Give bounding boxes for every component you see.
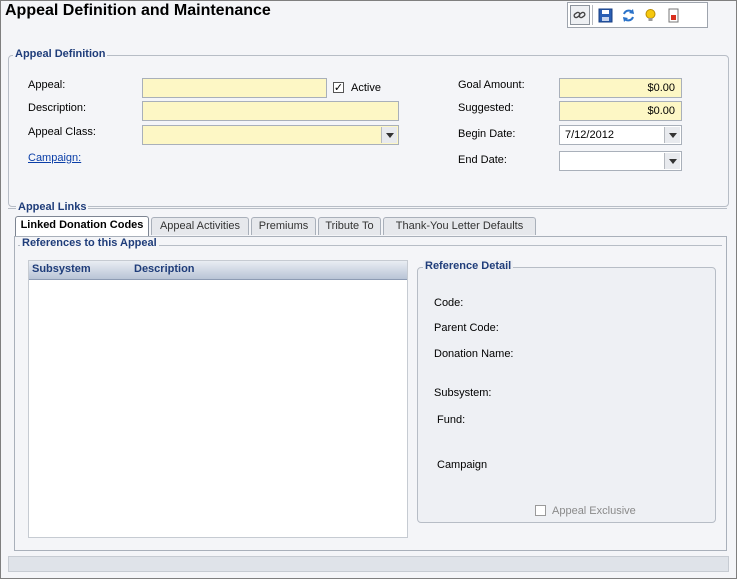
report-icon[interactable]: [663, 5, 683, 25]
chevron-down-icon[interactable]: [664, 153, 680, 169]
tab-thank-you-letter-defaults[interactable]: Thank-You Letter Defaults: [383, 217, 536, 235]
appeal-definition-title: Appeal Definition: [13, 48, 108, 60]
column-subsystem[interactable]: Subsystem: [32, 263, 91, 275]
appeal-exclusive-label: Appeal Exclusive: [552, 505, 636, 517]
parent-code-label: Parent Code:: [434, 322, 499, 334]
toolbar: [567, 2, 708, 28]
column-description[interactable]: Description: [134, 263, 195, 275]
reference-detail-title: Reference Detail: [423, 260, 514, 272]
appeal-label: Appeal:: [28, 79, 66, 91]
campaign-link[interactable]: Campaign:: [28, 152, 81, 164]
begin-date-picker[interactable]: 7/12/2012: [559, 125, 682, 145]
code-label: Code:: [434, 297, 464, 309]
grid-header: Subsystem Description: [29, 261, 407, 280]
suggested-input[interactable]: $0.00: [559, 101, 682, 121]
lightbulb-icon[interactable]: [640, 5, 660, 25]
toolbar-separator: [592, 5, 593, 25]
fund-label: Fund:: [437, 414, 466, 426]
chevron-down-icon[interactable]: [664, 127, 680, 143]
goal-amount-input[interactable]: $0.00: [559, 78, 682, 98]
begin-date-label: Begin Date:: [458, 128, 516, 140]
references-title: References to this Appeal: [20, 237, 159, 249]
donation-name-label: Donation Name:: [434, 348, 514, 360]
active-label: Active: [351, 82, 381, 94]
suggested-label: Suggested:: [458, 102, 514, 114]
active-checkbox[interactable]: ✓: [333, 82, 344, 93]
description-label: Description:: [28, 102, 87, 114]
goal-amount-label: Goal Amount:: [458, 79, 525, 91]
appeal-links-title: Appeal Links: [16, 201, 89, 213]
save-icon[interactable]: [595, 5, 615, 25]
end-date-label: End Date:: [458, 154, 507, 166]
begin-date-value: 7/12/2012: [565, 129, 614, 141]
references-grid[interactable]: Subsystem Description: [28, 260, 408, 538]
appeal-links-divider: [8, 208, 727, 209]
subsystem-label: Subsystem:: [434, 387, 492, 399]
appeal-input[interactable]: [142, 78, 327, 98]
refresh-icon[interactable]: [618, 5, 638, 25]
description-input[interactable]: [142, 101, 399, 121]
campaign-label: Campaign: [437, 459, 488, 471]
end-date-picker[interactable]: [559, 151, 682, 171]
tab-premiums[interactable]: Premiums: [251, 217, 316, 235]
checkmark-icon: ✓: [333, 81, 344, 94]
tab-linked-donation-codes[interactable]: Linked Donation Codes: [15, 216, 149, 236]
appeal-class-dropdown[interactable]: [142, 125, 399, 145]
page-title: Appeal Definition and Maintenance: [5, 2, 271, 19]
link-icon[interactable]: [570, 5, 590, 25]
appeal-class-label: Appeal Class:: [28, 126, 96, 138]
chevron-down-icon[interactable]: [381, 127, 397, 143]
tab-appeal-activities[interactable]: Appeal Activities: [151, 217, 249, 235]
tab-tribute-to[interactable]: Tribute To: [318, 217, 381, 235]
appeal-exclusive-checkbox[interactable]: [535, 505, 546, 516]
status-bar: [8, 556, 729, 572]
